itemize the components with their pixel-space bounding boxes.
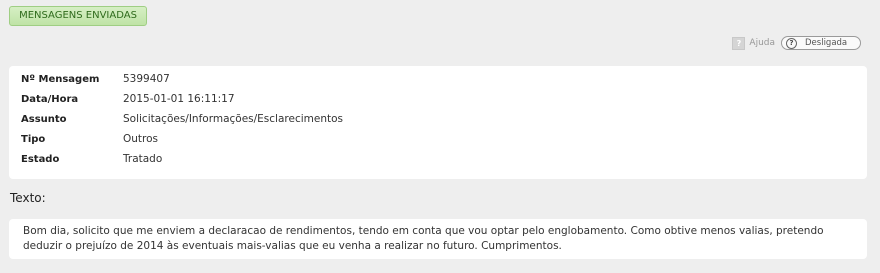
detail-value: Outros xyxy=(123,133,159,145)
detail-label: Estado xyxy=(21,153,60,165)
help-toggle-state: Desligada xyxy=(805,38,848,48)
detail-row-message-number: Nº Mensagem 5399407 xyxy=(21,72,170,86)
detail-label: Nº Mensagem xyxy=(21,73,100,85)
help-area: ? Ajuda ? Desligada xyxy=(732,36,861,50)
help-label[interactable]: Ajuda xyxy=(749,38,775,48)
detail-row-date-time: Data/Hora 2015-01-01 16:11:17 xyxy=(21,92,235,106)
detail-row-type: Tipo Outros xyxy=(21,132,158,146)
detail-row-status: Estado Tratado xyxy=(21,152,162,166)
detail-value: 5399407 xyxy=(123,73,170,85)
detail-label: Data/Hora xyxy=(21,93,79,105)
question-knob-icon: ? xyxy=(786,37,797,49)
mensagens-enviadas-tab[interactable]: MENSAGENS ENVIADAS xyxy=(9,6,147,26)
help-toggle[interactable]: ? Desligada xyxy=(781,36,861,50)
message-text-heading: Texto: xyxy=(10,191,46,205)
detail-value: Tratado xyxy=(123,153,163,165)
detail-label: Assunto xyxy=(21,113,67,125)
detail-value: Solicitações/Informações/Esclarecimentos xyxy=(123,113,343,125)
message-body: Bom dia, solicito que me enviem a declar… xyxy=(9,219,867,259)
detail-value: 2015-01-01 16:11:17 xyxy=(123,93,235,105)
detail-label: Tipo xyxy=(21,133,46,145)
question-icon[interactable]: ? xyxy=(732,36,746,50)
detail-row-subject: Assunto Solicitações/Informações/Esclare… xyxy=(21,112,343,126)
message-details-panel: Nº Mensagem 5399407 Data/Hora 2015-01-01… xyxy=(9,66,867,179)
